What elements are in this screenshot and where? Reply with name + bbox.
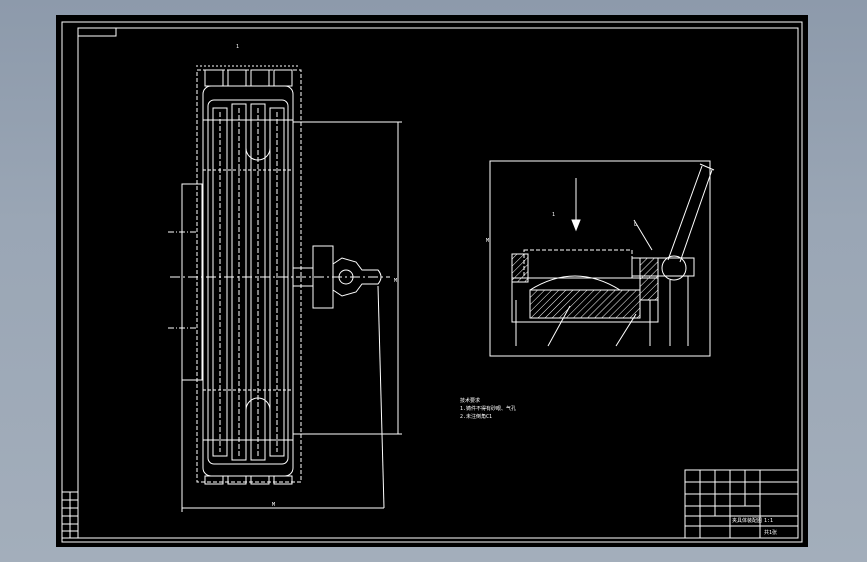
bottom-dimension-mark: M — [272, 502, 275, 508]
technical-note-1: 1.铸件不得有砂眼、气孔 — [460, 405, 516, 412]
top-dimension-mark: 1 — [236, 44, 239, 50]
title-block-drawing-name: 夹具体装配图 — [732, 517, 762, 524]
section-arrow-label: 1 — [552, 212, 555, 218]
section-view-mark: M — [486, 238, 489, 244]
lever-label: L — [634, 222, 637, 228]
technical-note-2: 2.未注倒角C1 — [460, 413, 492, 420]
technical-notes-heading: 技术要求 — [460, 397, 480, 404]
cad-drawing-viewport[interactable]: 1 M M M 1 L 技术要求 1.铸件不得有砂眼、气孔 2.未注倒角C1 夹… — [0, 0, 867, 562]
right-dimension-mark: M — [394, 278, 397, 284]
drawing-canvas — [56, 15, 808, 547]
title-block-scale: 1:1 — [764, 518, 773, 524]
title-block-sheet: 共1张 — [764, 529, 777, 536]
